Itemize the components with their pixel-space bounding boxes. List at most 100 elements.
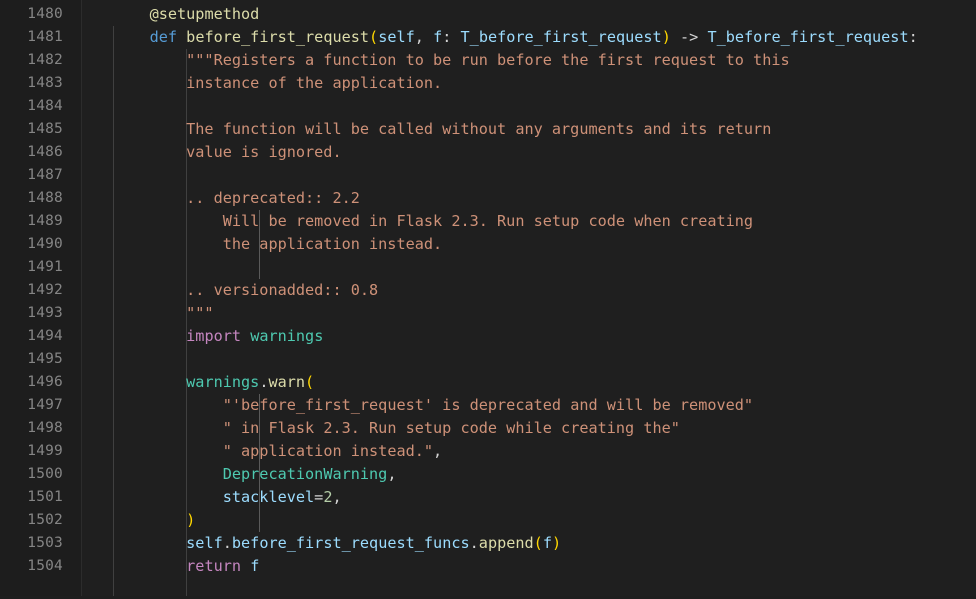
code-line[interactable]: the application instead. xyxy=(82,233,976,256)
line-number: 1497 xyxy=(27,397,63,413)
code-line[interactable]: DeprecationWarning, xyxy=(82,463,976,486)
code-line[interactable] xyxy=(82,256,976,279)
code-token: ( xyxy=(369,28,379,46)
line-number: 1483 xyxy=(27,75,63,91)
code-token: = xyxy=(314,488,324,506)
code-line[interactable]: stacklevel=2, xyxy=(82,486,976,509)
code-line[interactable]: " in Flask 2.3. Run setup code while cre… xyxy=(82,417,976,440)
code-token: The function will be called without any … xyxy=(113,120,772,138)
code-token: .. versionadded:: 0.8 xyxy=(113,281,379,299)
code-token: f xyxy=(433,28,443,46)
line-number: 1481 xyxy=(27,29,63,45)
code-line[interactable]: .. deprecated:: 2.2 xyxy=(82,187,976,210)
code-token: """Registers a function to be run before… xyxy=(113,51,790,69)
line-number: 1490 xyxy=(27,236,63,252)
code-token: ( xyxy=(533,534,543,552)
code-line[interactable]: warnings.warn( xyxy=(82,371,976,394)
code-line[interactable]: return f xyxy=(82,555,976,578)
code-editor[interactable]: 1480 1481 1482 1483 1484 1485 1486 1487 1488 1489… xyxy=(0,0,976,596)
code-line[interactable]: instance of the application. xyxy=(82,72,976,95)
line-number: 1498 xyxy=(27,420,63,436)
code-token: .. deprecated:: 2.2 xyxy=(113,189,360,207)
code-token: value is ignored. xyxy=(113,143,342,161)
code-line[interactable]: " application instead.", xyxy=(82,440,976,463)
code-token: before_first_request xyxy=(186,28,370,46)
line-number: 1503 xyxy=(27,535,63,551)
code-line[interactable] xyxy=(82,164,976,187)
code-token: : xyxy=(908,28,918,46)
line-number: 1485 xyxy=(27,121,63,137)
code-token: -> xyxy=(670,28,708,46)
code-token: the application instead. xyxy=(113,235,443,253)
code-line[interactable]: """Registers a function to be run before… xyxy=(82,49,976,72)
code-content-area[interactable]: @setupmethod def before_first_request(se… xyxy=(82,0,976,599)
code-token: f xyxy=(250,557,260,575)
line-number: 1489 xyxy=(27,213,63,229)
code-line[interactable]: """ xyxy=(82,302,976,325)
code-line[interactable]: def before_first_request(self, f: T_befo… xyxy=(82,26,976,49)
code-line[interactable]: value is ignored. xyxy=(82,141,976,164)
code-token: ( xyxy=(305,373,315,391)
code-token: instance of the application. xyxy=(113,74,443,92)
code-token: " application instead." xyxy=(222,442,434,460)
code-token: """ xyxy=(113,304,214,322)
code-token: warnings xyxy=(186,373,260,391)
code-line[interactable]: ) xyxy=(82,509,976,532)
code-token: . xyxy=(222,534,232,552)
code-token: . xyxy=(469,534,479,552)
line-number: 1501 xyxy=(27,489,63,505)
line-number: 1484 xyxy=(27,98,63,114)
code-token: append xyxy=(478,534,534,552)
code-token: self xyxy=(378,28,415,46)
code-token: T_before_first_request xyxy=(707,28,909,46)
code-line[interactable] xyxy=(82,348,976,371)
code-token: ) xyxy=(551,534,562,552)
code-token: " in Flask 2.3. Run setup code while cre… xyxy=(222,419,680,437)
line-number: 1500 xyxy=(27,466,63,482)
code-line[interactable]: @setupmethod xyxy=(82,3,976,26)
code-token: , xyxy=(433,442,443,460)
code-token: return xyxy=(186,557,242,575)
line-number: 1502 xyxy=(27,512,63,528)
line-number: 1488 xyxy=(27,190,63,206)
line-number: 1486 xyxy=(27,144,63,160)
line-number: 1480 xyxy=(27,6,63,22)
code-line[interactable]: "'before_first_request' is deprecated an… xyxy=(82,394,976,417)
code-token: Will be removed in Flask 2.3. Run setup … xyxy=(113,212,754,230)
code-token: , xyxy=(387,465,397,483)
line-number: 1487 xyxy=(27,167,63,183)
code-token: @setupmethod xyxy=(149,5,260,23)
code-line[interactable]: self.before_first_request_funcs.append(f… xyxy=(82,532,976,555)
code-token: before_first_request_funcs xyxy=(231,534,470,552)
code-line[interactable]: The function will be called without any … xyxy=(82,118,976,141)
code-token: : xyxy=(442,28,461,46)
code-token: warnings xyxy=(250,327,324,345)
code-token: f xyxy=(542,534,552,552)
code-token: T_before_first_request xyxy=(460,28,662,46)
line-number: 1492 xyxy=(27,282,63,298)
code-line[interactable]: .. versionadded:: 0.8 xyxy=(82,279,976,302)
line-number: 1504 xyxy=(27,558,63,574)
line-number: 1491 xyxy=(27,259,63,275)
code-line[interactable]: import warnings xyxy=(82,325,976,348)
code-line[interactable] xyxy=(82,95,976,118)
code-token: DeprecationWarning xyxy=(222,465,388,483)
code-line[interactable]: Will be removed in Flask 2.3. Run setup … xyxy=(82,210,976,233)
code-token: import xyxy=(186,327,242,345)
line-number-gutter: 1480 1481 1482 1483 1484 1485 1486 1487 1488 1489… xyxy=(0,0,82,596)
code-token: "'before_first_request' is deprecated an… xyxy=(222,396,754,414)
code-token: ) xyxy=(186,511,196,529)
